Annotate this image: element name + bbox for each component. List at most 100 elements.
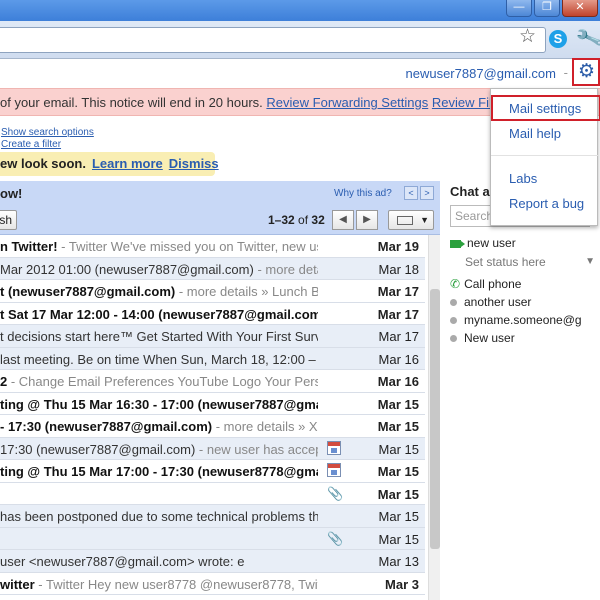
mail-help-item[interactable]: Mail help — [509, 126, 561, 141]
attachment-icon: 📎 — [327, 530, 344, 546]
browser-toolbar: ☆ S 🔧 — [0, 21, 600, 59]
chat-contact[interactable]: another user — [450, 295, 531, 309]
chat-contact[interactable]: myname.someone@g — [450, 313, 582, 327]
call-phone-item[interactable]: ✆ Call phone — [450, 277, 521, 291]
notice-text: of your email. This notice will end in 2… — [0, 95, 263, 110]
bookmark-star-icon[interactable]: ☆ — [519, 25, 536, 48]
scrollbar-thumb[interactable] — [430, 289, 440, 549]
settings-dropdown-menu: Mail settings Mail help Labs Report a bu… — [490, 88, 600, 226]
report-bug-item[interactable]: Report a bug — [509, 196, 584, 211]
message-date: Mar 3 — [385, 576, 419, 592]
chat-self-user[interactable]: new user — [450, 236, 516, 250]
chat-status-text: Set status here — [465, 255, 546, 269]
banner-text: ew look soon. — [0, 156, 86, 171]
table-row[interactable]: 2 - Change Email Preferences YouTube Log… — [0, 370, 425, 393]
message-date: Mar 15 — [377, 396, 419, 412]
message-subject: n Twitter! - Twitter We've missed you on… — [0, 239, 318, 254]
table-row[interactable]: t (newuser7887@gmail.com) - more details… — [0, 280, 425, 303]
message-date: Mar 16 — [378, 351, 419, 367]
calendar-icon — [327, 440, 341, 458]
refresh-button[interactable]: sh — [0, 210, 17, 230]
window-title-bar: — ❐ ✕ — [0, 0, 600, 21]
why-this-ad-link[interactable]: Why this ad? — [334, 188, 392, 199]
table-row[interactable]: n Twitter! - Twitter We've missed you on… — [0, 235, 425, 258]
message-list-scrollbar[interactable] — [428, 235, 440, 600]
chat-self-name: new user — [467, 236, 516, 250]
video-camera-icon — [450, 239, 465, 248]
chat-title: Chat a — [450, 184, 490, 199]
account-separator: - — [563, 65, 568, 80]
snippet-text: - Twitter Hey new user8778 @newuser8778,… — [34, 576, 318, 592]
create-filter-link[interactable]: Create a filter — [1, 139, 94, 151]
subject-text: ting @ Thu 15 Mar 16:30 - 17:00 (newuser… — [0, 396, 318, 412]
subject-text: n Twitter! — [0, 239, 58, 254]
mail-settings-item[interactable]: Mail settings — [509, 101, 581, 116]
message-date: Mar 17 — [377, 284, 419, 299]
table-row[interactable]: 17:30 (newuser7887@gmail.com) - new user… — [0, 437, 425, 460]
status-dot-icon — [450, 299, 457, 307]
table-row[interactable]: t decisions start here™ Get Started With… — [0, 325, 425, 348]
message-date: Mar 15 — [378, 531, 419, 547]
message-subject: Mar 2012 01:00 (newuser7887@gmail.com) -… — [0, 262, 318, 277]
message-subject: - 17:30 (newuser7887@gmail.com) - more d… — [0, 419, 318, 434]
account-email-link[interactable]: newuser7887@gmail.com — [406, 66, 557, 81]
settings-gear-button[interactable]: ⚙ — [572, 58, 600, 86]
gear-icon: ⚙ — [578, 61, 596, 82]
subject-text: user <newuser7887@gmail.com> wrote: e — [0, 554, 245, 569]
message-subject: t decisions start here™ Get Started With… — [0, 329, 318, 344]
labs-item[interactable]: Labs — [509, 171, 537, 186]
attachment-icon: 📎 — [327, 485, 344, 501]
table-row[interactable]: - 17:30 (newuser7887@gmail.com) - more d… — [0, 415, 425, 438]
review-forwarding-link[interactable]: Review Forwarding Settings — [266, 95, 428, 110]
chat-status-selector[interactable]: Set status here ▼ — [465, 255, 595, 269]
subject-text: t Sat 17 Mar 12:00 - 14:00 (newuser7887@… — [0, 306, 318, 322]
message-list: n Twitter! - Twitter We've missed you on… — [0, 235, 425, 595]
calendar-icon — [327, 463, 341, 480]
close-icon[interactable]: ✕ — [562, 0, 598, 17]
table-row[interactable]: witter - Twitter Hey new user8778 @newus… — [0, 572, 425, 595]
message-date: Mar 15 — [377, 486, 419, 502]
subject-text: - 17:30 (newuser7887@gmail.com) — [0, 419, 213, 434]
table-row[interactable]: last meeting. Be on time When Sun, March… — [0, 347, 425, 370]
table-row[interactable]: ting @ Thu 15 Mar 17:00 - 17:30 (newuser… — [0, 460, 425, 483]
table-row[interactable]: 📎 Mar 15 — [0, 482, 425, 505]
table-row[interactable]: Mar 2012 01:00 (newuser7887@gmail.com) -… — [0, 257, 425, 280]
chat-contact-name: New user — [464, 331, 515, 345]
table-row[interactable]: has been postponed due to some technical… — [0, 505, 425, 528]
chevron-down-icon: ▼ — [420, 215, 429, 225]
mail-list-toolbar: sh 1–32 of 32 ◀ ▶ ▼ — [0, 205, 440, 235]
chat-contact-name: myname.someone@g — [464, 313, 582, 327]
table-row[interactable]: user <newuser7887@gmail.com> wrote: e Mar… — [0, 550, 425, 573]
subject-text: 17:30 (newuser7887@gmail.com) — [0, 441, 196, 457]
message-subject: last meeting. Be on time When Sun, March… — [0, 352, 318, 367]
address-bar[interactable] — [0, 27, 546, 53]
message-subject: witter - Twitter Hey new user8778 @newus… — [0, 577, 318, 592]
table-row[interactable]: 📎 Mar 15 — [0, 527, 425, 550]
subject-text: has been postponed due to some technical… — [0, 509, 318, 524]
wrench-icon[interactable]: 🔧 — [573, 22, 600, 54]
minimize-icon[interactable]: — — [506, 0, 532, 17]
table-row[interactable]: ting @ Thu 15 Mar 16:30 - 17:00 (newuser… — [0, 392, 425, 415]
message-date: Mar 15 — [378, 441, 419, 457]
message-date: Mar 13 — [378, 554, 419, 569]
dismiss-link[interactable]: Dismiss — [169, 156, 219, 171]
table-row[interactable]: t Sat 17 Mar 12:00 - 14:00 (newuser7887@… — [0, 302, 425, 325]
learn-more-link[interactable]: Learn more — [92, 156, 163, 171]
search-options: Show search options Create a filter — [1, 127, 94, 151]
view-options-button[interactable]: ▼ — [388, 210, 434, 230]
chevron-down-icon: ▼ — [585, 256, 595, 267]
snippet-text: - new user has accepted t — [198, 441, 318, 457]
older-page-button[interactable]: ▶ — [356, 210, 378, 230]
window-controls: — ❐ ✕ — [506, 0, 598, 17]
restore-icon[interactable]: ❐ — [534, 0, 560, 17]
snippet-text: - more details — [257, 261, 318, 277]
ad-next-button[interactable]: > — [420, 186, 434, 200]
ad-text: ow! — [0, 186, 23, 201]
chat-contact[interactable]: New user — [450, 331, 515, 345]
message-date: Mar 15 — [377, 419, 419, 434]
show-search-options-link[interactable]: Show search options — [1, 127, 94, 139]
skype-extension-icon[interactable]: S — [549, 30, 567, 48]
ad-prev-button[interactable]: < — [404, 186, 418, 200]
message-date: Mar 17 — [377, 306, 419, 322]
newer-page-button[interactable]: ◀ — [332, 210, 354, 230]
